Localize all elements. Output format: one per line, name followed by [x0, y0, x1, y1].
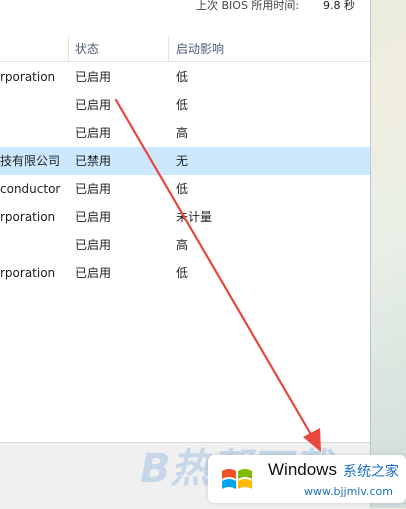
windows-logo-icon [222, 469, 252, 489]
watermark-badge: Windows 系统之家 www.bjjmlv.com [208, 455, 406, 503]
watermark-url: www.bjjmlv.com [304, 485, 393, 498]
watermark-brand: Windows [268, 460, 337, 479]
watermark-subtitle: 系统之家 [343, 464, 399, 480]
annotation-arrow [114, 98, 321, 452]
